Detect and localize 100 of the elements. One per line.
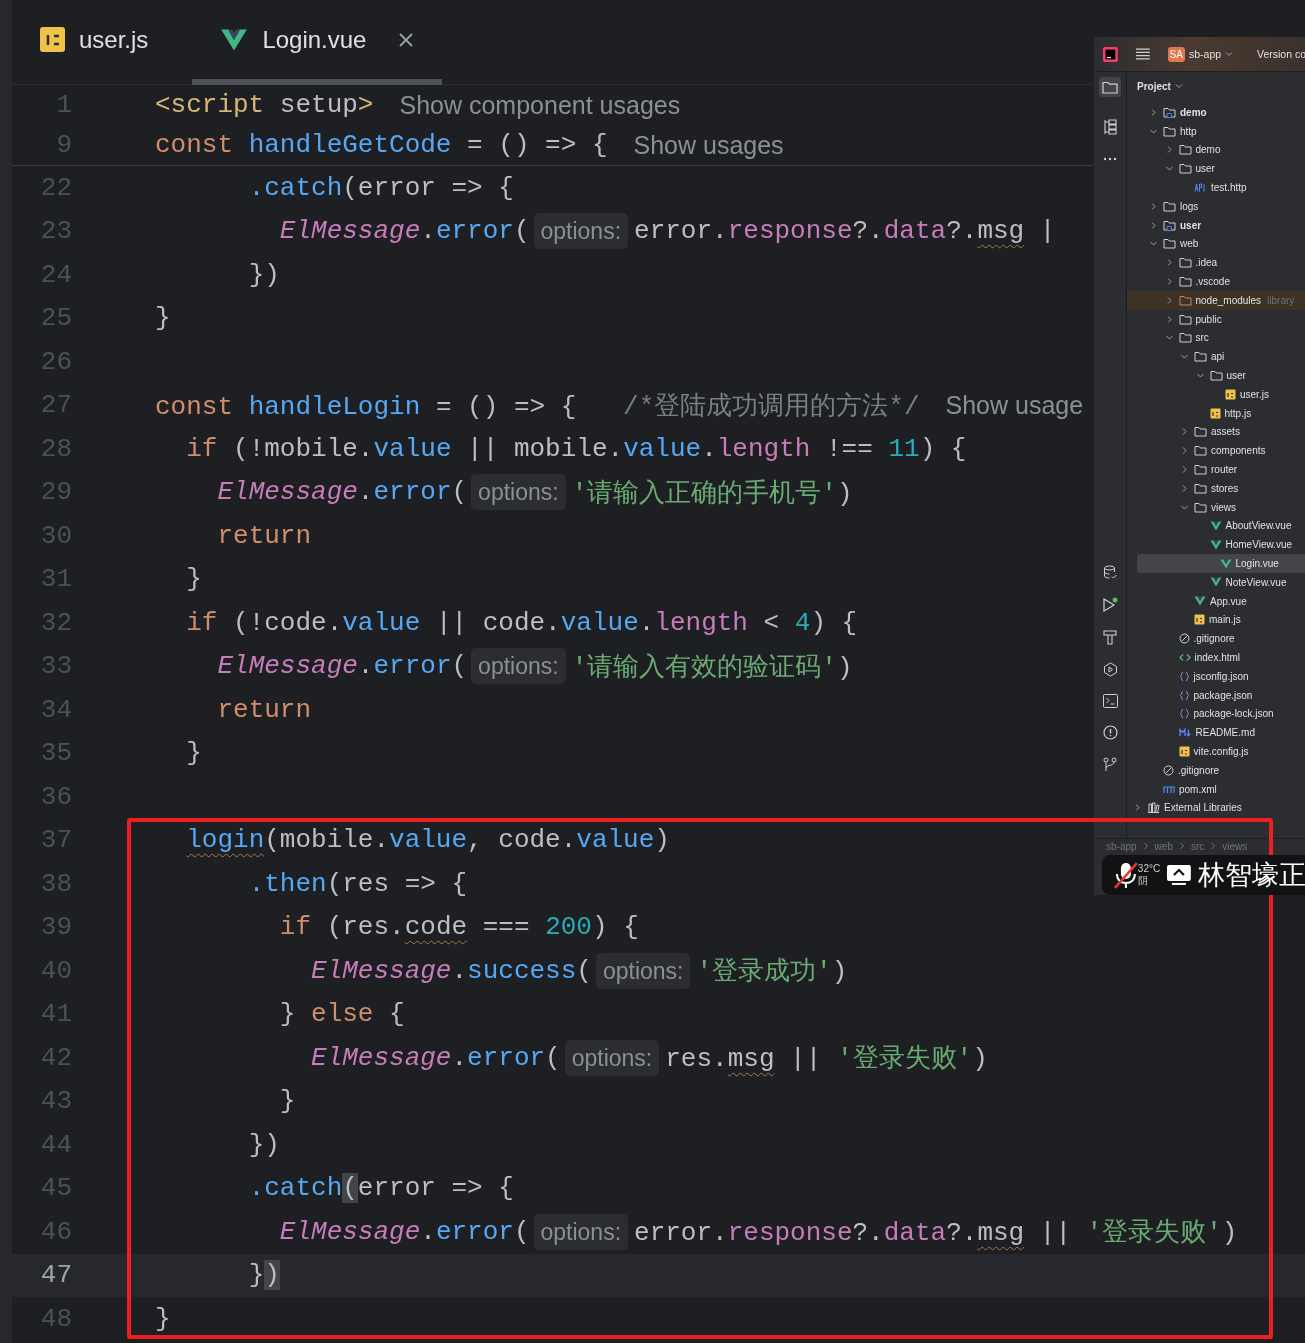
tree-item[interactable]: node_modules library xyxy=(1127,290,1305,310)
folder-icon xyxy=(1194,482,1207,494)
chevron-icon[interactable] xyxy=(1180,427,1189,437)
vue-file-icon xyxy=(1194,596,1206,607)
tree-item[interactable]: .vscode xyxy=(1127,272,1305,291)
parameter-hint: options: xyxy=(533,213,629,250)
folder-icon xyxy=(1194,464,1207,476)
tree-item[interactable]: user xyxy=(1127,215,1305,235)
chevron-icon[interactable] xyxy=(1180,483,1189,493)
folder-icon[interactable] xyxy=(1099,77,1121,97)
tree-item[interactable]: HomeView.vue xyxy=(1127,535,1305,555)
tree-item[interactable]: web xyxy=(1127,234,1305,254)
code-text: ElMessage.error( xyxy=(278,216,530,247)
tree-item[interactable]: package-lock.json xyxy=(1127,704,1305,724)
hammer-icon[interactable] xyxy=(1103,630,1117,645)
editor-tab[interactable]: user.js xyxy=(12,0,193,85)
chevron-icon[interactable] xyxy=(1180,446,1189,456)
tree-item[interactable]: views xyxy=(1127,497,1305,517)
more-icon[interactable] xyxy=(1103,157,1117,161)
chevron-icon[interactable] xyxy=(1180,465,1189,475)
weather-text: 阴 xyxy=(1137,875,1149,887)
code-text: login(mobile.value, code.value) xyxy=(185,825,670,856)
folder-icon xyxy=(1178,276,1192,288)
structure-icon[interactable] xyxy=(1102,119,1118,135)
chevron-icon[interactable] xyxy=(1149,107,1158,117)
chevron-down-icon[interactable] xyxy=(1225,51,1233,57)
tree-item[interactable]: router xyxy=(1127,460,1305,479)
tree-item[interactable]: api xyxy=(1127,347,1305,367)
muted-microphone-icon[interactable] xyxy=(1112,860,1140,890)
tree-item[interactable]: assets xyxy=(1127,422,1305,442)
tree-item[interactable]: stores xyxy=(1127,478,1305,498)
tree-item[interactable]: vite.config.js xyxy=(1127,742,1305,761)
tree-item[interactable]: demo xyxy=(1127,103,1305,122)
code-text: }) xyxy=(247,1129,280,1160)
folder-icon xyxy=(1178,144,1192,156)
panel-title[interactable]: Project xyxy=(1137,80,1171,92)
tree-item[interactable]: README.md xyxy=(1127,723,1305,743)
vue-file-icon xyxy=(1209,539,1222,550)
tree-item[interactable]: logs xyxy=(1127,197,1305,216)
code-text: const handleGetCode = () => { xyxy=(155,130,608,160)
chevron-down-icon[interactable] xyxy=(1174,83,1183,89)
code-text: }) xyxy=(247,1260,280,1291)
js-file-icon xyxy=(40,27,65,52)
tree-item[interactable]: NoteView.vue xyxy=(1127,572,1305,592)
parameter-hint: options: xyxy=(595,952,691,989)
menu-icon[interactable] xyxy=(1135,48,1150,60)
tree-item[interactable]: components xyxy=(1127,441,1305,461)
tree-item[interactable]: user xyxy=(1127,366,1305,385)
editor-tab[interactable]: Login.vue xyxy=(192,0,443,85)
code-text: ElMessage.success( xyxy=(310,955,592,986)
tree-item[interactable]: .gitignore xyxy=(1127,760,1305,780)
tree-item[interactable]: pom.xml xyxy=(1127,779,1305,799)
tree-item[interactable]: .idea xyxy=(1127,253,1305,273)
run-icon[interactable] xyxy=(1102,597,1118,613)
project-badge: SA xyxy=(1167,46,1185,62)
tree-item[interactable]: .gitignore xyxy=(1127,629,1305,649)
code-text: ElMessage.error( xyxy=(278,1216,530,1247)
tree-item[interactable]: Login.vue xyxy=(1137,554,1305,573)
usages-link[interactable]: Show component usages xyxy=(399,90,681,120)
tree-item[interactable]: main.js xyxy=(1127,610,1305,630)
folder-icon xyxy=(1163,200,1176,212)
code-text: '登录成功') xyxy=(696,956,848,989)
tree-item[interactable]: http xyxy=(1127,121,1305,141)
database-icon[interactable] xyxy=(1102,565,1118,580)
project-selector[interactable]: sb-app xyxy=(1188,48,1222,60)
tree-item[interactable]: External Libraries xyxy=(1127,798,1305,818)
tree-item[interactable]: public xyxy=(1127,309,1305,329)
usages-link[interactable]: Show usage xyxy=(945,390,1084,420)
terminal-icon[interactable] xyxy=(1102,694,1118,708)
library-icon xyxy=(1147,802,1160,814)
git-branch-icon[interactable] xyxy=(1103,757,1117,772)
version-control-menu[interactable]: Version co xyxy=(1256,48,1305,60)
tree-item[interactable]: index.html xyxy=(1127,648,1305,667)
tree-item[interactable]: user xyxy=(1127,159,1305,179)
code-text: }) xyxy=(247,259,280,290)
close-icon[interactable] xyxy=(398,31,415,48)
tree-item[interactable]: App.vue xyxy=(1127,591,1305,611)
chevron-icon[interactable] xyxy=(1149,220,1158,230)
screen-share-icon[interactable] xyxy=(1166,864,1192,886)
app-logo-icon[interactable] xyxy=(1103,46,1118,62)
tree-item[interactable]: user.js xyxy=(1127,384,1305,404)
tree-item[interactable]: demo xyxy=(1127,140,1305,160)
vue-file-icon xyxy=(220,27,249,52)
problems-icon[interactable] xyxy=(1102,725,1118,740)
code-text: if (!code.value || code.value.length < 4) { xyxy=(185,607,858,638)
chevron-icon[interactable] xyxy=(1149,201,1158,211)
tree-item[interactable]: src xyxy=(1127,328,1305,348)
code-text: error.response?.data?.msg || '登录失败') xyxy=(634,1217,1238,1250)
code-text: error.response?.data?.msg | xyxy=(634,216,1056,247)
tree-item[interactable]: package.json xyxy=(1127,685,1305,705)
tree-item[interactable]: AboutView.vue xyxy=(1127,516,1305,536)
vue-file-icon xyxy=(1209,520,1222,531)
usages-link[interactable]: Show usages xyxy=(633,130,784,160)
services-icon[interactable] xyxy=(1102,662,1118,677)
tree-item[interactable]: http.js xyxy=(1127,403,1305,423)
js-file-icon xyxy=(1225,388,1236,400)
chevron-icon[interactable] xyxy=(1133,803,1142,813)
code-text: '请输入有效的验证码') xyxy=(571,651,853,684)
tree-item[interactable]: test.http xyxy=(1127,178,1305,197)
tree-item[interactable]: jsconfig.json xyxy=(1127,666,1305,686)
